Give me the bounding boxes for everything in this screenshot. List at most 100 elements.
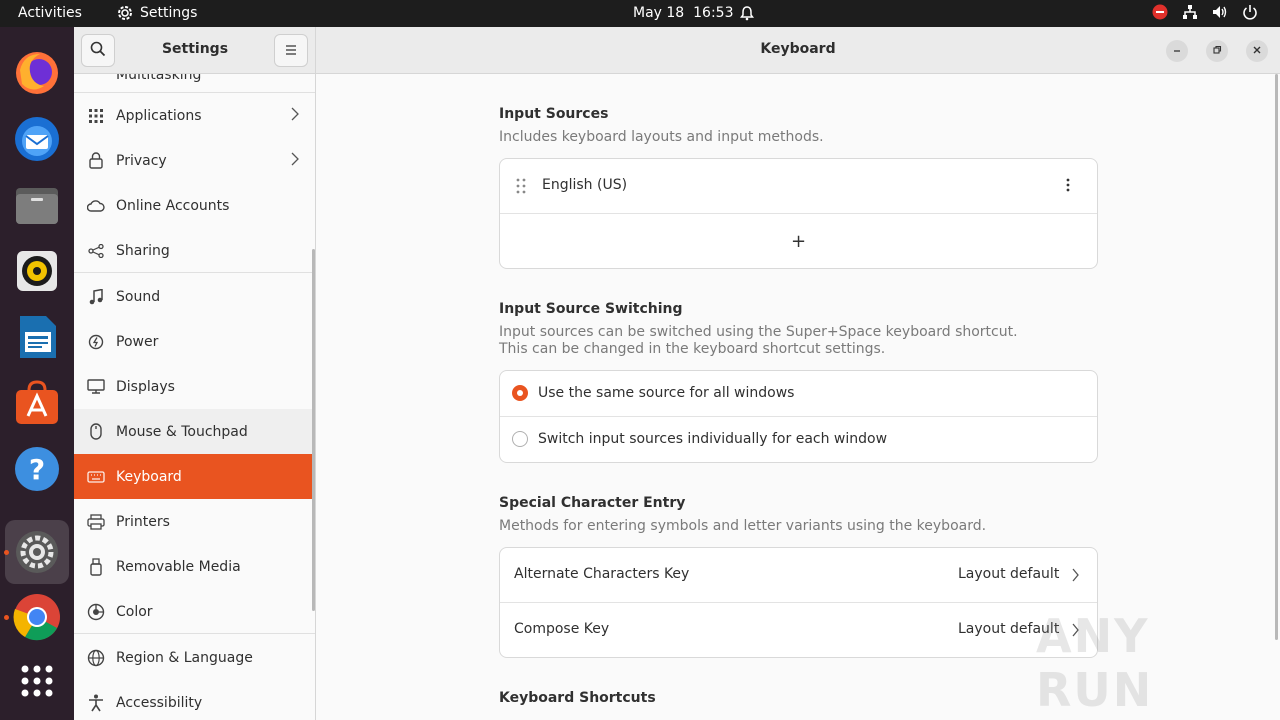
switching-options: Use the same source for all windows Swit… <box>499 370 1098 463</box>
sidebar-item-privacy[interactable]: Privacy <box>74 138 315 183</box>
printer-icon <box>87 513 105 531</box>
writer-icon[interactable] <box>13 313 61 361</box>
sidebar-item-label: Accessibility <box>116 694 203 711</box>
close-button[interactable] <box>1246 40 1268 62</box>
running-indicator <box>4 550 9 555</box>
drag-handle-icon[interactable] <box>516 178 526 198</box>
chevron-right-icon <box>291 152 299 170</box>
sidebar-item-displays[interactable]: Displays <box>74 364 315 409</box>
keyboard-icon <box>87 468 105 486</box>
settings-icon[interactable] <box>5 520 69 584</box>
app-menu[interactable]: Settings <box>116 4 197 22</box>
input-source-row[interactable]: English (US) <box>500 159 1097 213</box>
input-sources-list: English (US) + <box>499 158 1098 269</box>
app-grid-icon[interactable] <box>13 657 61 705</box>
chevron-right-icon <box>1072 568 1079 586</box>
hamburger-icon <box>285 43 297 59</box>
clock[interactable]: May 18 16:53 <box>633 5 733 21</box>
sidebar-item-label: Mouse & Touchpad <box>116 423 248 440</box>
sidebar-item-label: Power <box>116 333 159 350</box>
sidebar-item-label: Online Accounts <box>116 197 230 214</box>
sidebar-item-label: Sharing <box>116 242 170 259</box>
apps-grid-icon <box>87 107 105 125</box>
sidebar-item-label: Keyboard <box>116 468 182 485</box>
sidebar-item-sharing[interactable]: Sharing <box>74 228 315 273</box>
sidebar: Multitasking Applications Privacy Online… <box>74 74 316 720</box>
chrome-icon[interactable] <box>13 593 61 641</box>
clock-date: May 18 <box>633 5 685 21</box>
option-label: Switch input sources individually for ea… <box>538 431 888 447</box>
mouse-icon <box>87 423 105 441</box>
files-icon[interactable] <box>13 181 61 229</box>
sidebar-item-label: Removable Media <box>116 558 241 575</box>
power-icon <box>87 333 105 351</box>
sidebar-item-region-language[interactable]: Region & Language <box>74 635 315 680</box>
firefox-icon[interactable] <box>13 49 61 97</box>
input-sources-description: Includes keyboard layouts and input meth… <box>499 129 824 145</box>
top-bar: Activities Settings May 18 16:53 <box>0 0 1280 27</box>
help-icon[interactable]: ? <box>13 445 61 493</box>
special-character-description: Methods for entering symbols and letter … <box>499 518 987 534</box>
do-not-disturb-icon[interactable] <box>1152 4 1168 20</box>
maximize-button[interactable] <box>1206 40 1228 62</box>
app-menu-label: Settings <box>140 5 198 21</box>
sidebar-item-label: Privacy <box>116 152 167 169</box>
running-indicator <box>4 615 9 620</box>
switching-description-line1: Input sources can be switched using the … <box>499 324 1018 340</box>
notification-bell-icon[interactable] <box>739 5 755 21</box>
sidebar-item-sound[interactable]: Sound <box>74 274 315 319</box>
sidebar-item-accessibility[interactable]: Accessibility <box>74 680 315 720</box>
special-character-entry-title: Special Character Entry <box>499 495 686 511</box>
input-sources-title: Input Sources <box>499 106 609 122</box>
sidebar-item-applications[interactable]: Applications <box>74 93 315 138</box>
window-header: Keyboard <box>316 27 1280 74</box>
sidebar-item-printers[interactable]: Printers <box>74 499 315 544</box>
share-icon <box>87 242 105 260</box>
add-input-source-button[interactable]: + <box>500 214 1097 268</box>
input-source-switching-title: Input Source Switching <box>499 301 683 317</box>
thunderbird-icon[interactable] <box>13 115 61 163</box>
sidebar-item-color[interactable]: Color <box>74 589 315 634</box>
sidebar-scrollbar[interactable] <box>312 249 315 611</box>
menu-button[interactable] <box>274 34 308 67</box>
row-value: Layout default <box>958 566 1060 582</box>
app-center-icon[interactable] <box>13 379 61 427</box>
power-menu-icon[interactable] <box>1242 4 1258 20</box>
keyboard-panel: Input Sources Includes keyboard layouts … <box>316 74 1280 720</box>
rhythmbox-icon[interactable] <box>13 247 61 295</box>
sidebar-item-mouse-touchpad[interactable]: Mouse & Touchpad <box>74 409 315 454</box>
more-options-icon[interactable] <box>1066 178 1070 196</box>
gear-icon <box>116 4 134 22</box>
globe-icon <box>87 649 105 667</box>
usb-icon <box>87 557 105 576</box>
minimize-button[interactable] <box>1166 40 1188 62</box>
add-icon: + <box>790 230 807 252</box>
sidebar-item-keyboard[interactable]: Keyboard <box>74 454 315 499</box>
dock: ? <box>0 27 74 720</box>
close-icon <box>1252 43 1262 59</box>
alternate-characters-key-row[interactable]: Alternate Characters Key Layout default <box>500 548 1097 602</box>
compose-key-row[interactable]: Compose Key Layout default <box>500 603 1097 657</box>
music-note-icon <box>87 288 105 306</box>
radio-selected[interactable] <box>512 385 528 401</box>
main-scrollbar[interactable] <box>1275 74 1278 640</box>
network-icon[interactable] <box>1182 4 1198 20</box>
system-tray[interactable] <box>1152 4 1258 20</box>
sidebar-item-label: Applications <box>116 107 202 124</box>
sidebar-item-online-accounts[interactable]: Online Accounts <box>74 183 315 228</box>
volume-icon[interactable] <box>1212 4 1228 20</box>
sidebar-item-label: Sound <box>116 288 161 305</box>
clock-time: 16:53 <box>693 5 734 21</box>
option-same-source[interactable]: Use the same source for all windows <box>500 371 1097 416</box>
activities-button[interactable]: Activities <box>18 5 82 21</box>
svg-text:?: ? <box>29 453 45 486</box>
sidebar-item-label: Multitasking <box>116 74 202 83</box>
restore-icon <box>1212 43 1222 59</box>
sidebar-header: Settings <box>74 27 316 74</box>
sidebar-item-label: Printers <box>116 513 170 530</box>
sidebar-item-removable-media[interactable]: Removable Media <box>74 544 315 589</box>
row-label: Compose Key <box>514 621 610 637</box>
option-individual-source[interactable]: Switch input sources individually for ea… <box>500 417 1097 462</box>
sidebar-item-power[interactable]: Power <box>74 319 315 364</box>
radio-unselected[interactable] <box>512 431 528 447</box>
